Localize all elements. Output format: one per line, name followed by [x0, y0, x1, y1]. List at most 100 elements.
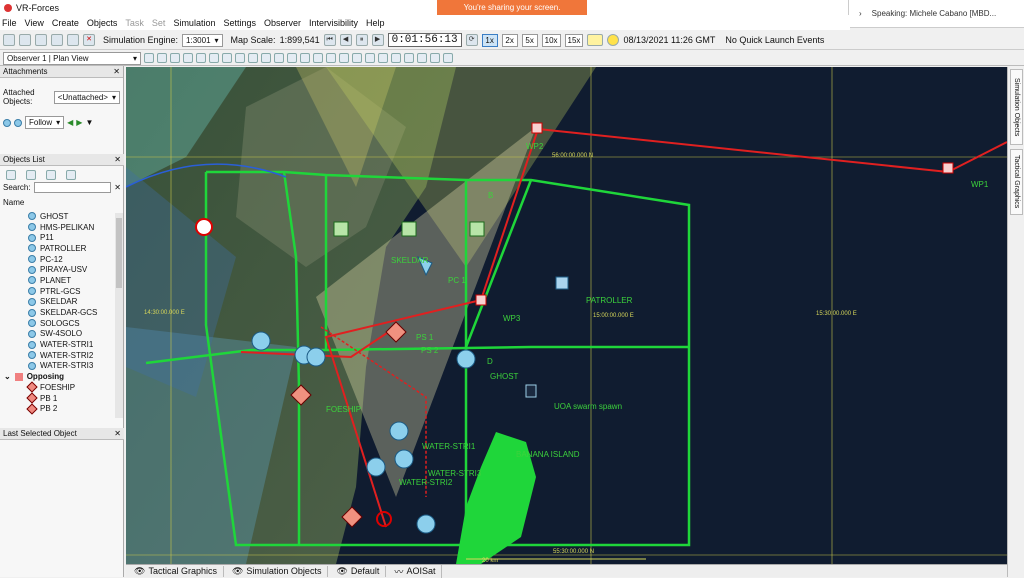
- settings-icon[interactable]: [443, 53, 453, 63]
- menu-simulation[interactable]: Simulation: [173, 18, 215, 28]
- time-sync-icon[interactable]: ⟳: [465, 34, 478, 46]
- pause-icon[interactable]: ⏸: [355, 34, 368, 46]
- list-item[interactable]: PLANET: [0, 275, 124, 286]
- list-view-icon[interactable]: [6, 170, 16, 180]
- control-station-icon[interactable]: [469, 221, 485, 237]
- filter-icon[interactable]: [339, 53, 349, 63]
- arrow-down-icon[interactable]: ▼: [85, 118, 93, 127]
- uoa-marker-icon[interactable]: [525, 384, 537, 398]
- water-stri-unit-icon[interactable]: [389, 421, 409, 441]
- speed-15x-button[interactable]: 15x: [564, 33, 584, 47]
- search-input[interactable]: [33, 182, 112, 193]
- list-item[interactable]: P11: [0, 232, 124, 243]
- patroller-unit-icon[interactable]: [555, 276, 569, 290]
- list-item[interactable]: SKELDAR: [0, 297, 124, 308]
- open-icon[interactable]: [19, 34, 31, 46]
- unit-icon[interactable]: [404, 53, 414, 63]
- document-icon[interactable]: [46, 170, 56, 180]
- panel-close-icon[interactable]: ✕: [114, 155, 121, 164]
- waypoint-wp2-marker[interactable]: [531, 122, 543, 134]
- ship-icon[interactable]: [378, 53, 388, 63]
- arrow-left-icon[interactable]: ◀: [67, 118, 73, 127]
- map-view[interactable]: WP2 56:00:00.000 N WP1 WP3 14:30:00.000 …: [126, 67, 1007, 564]
- terrain-icon[interactable]: [287, 53, 297, 63]
- water-stri-unit-icon[interactable]: [394, 449, 414, 469]
- list-item[interactable]: SKELDAR-GCS: [0, 307, 124, 318]
- layers-icon[interactable]: [261, 53, 271, 63]
- bottom-tab-simulation-objects[interactable]: 👁 Simulation Objects: [226, 565, 329, 577]
- observer-select[interactable]: Observer 1 | Plan View ▾: [3, 51, 141, 65]
- waypoint-wp1-marker[interactable]: [942, 162, 954, 174]
- chevron-right-icon[interactable]: ›: [859, 9, 862, 18]
- tab-tactical-graphics[interactable]: Tactical Graphics: [1010, 149, 1023, 215]
- pan-icon[interactable]: [144, 53, 154, 63]
- menu-set[interactable]: Set: [152, 18, 166, 28]
- sun-icon[interactable]: [607, 34, 620, 46]
- camera-icon[interactable]: [430, 53, 440, 63]
- ghost-unit-icon[interactable]: [456, 349, 476, 369]
- arrow-right-icon[interactable]: ▶: [76, 118, 82, 127]
- bottom-tab-aoisat[interactable]: 〰 AOISat: [388, 564, 443, 578]
- speed-5x-button[interactable]: 5x: [521, 33, 538, 47]
- save-as-icon[interactable]: [67, 34, 79, 46]
- environment-icon[interactable]: [587, 34, 604, 46]
- menu-create[interactable]: Create: [52, 18, 79, 28]
- weather-icon[interactable]: [300, 53, 310, 63]
- list-item[interactable]: WATER-STRI2: [0, 350, 124, 361]
- measure-icon[interactable]: [183, 53, 193, 63]
- menu-file[interactable]: File: [2, 18, 17, 28]
- new-icon[interactable]: [3, 34, 15, 46]
- list-item[interactable]: WATER-STRI3: [0, 361, 124, 372]
- save-icon[interactable]: [51, 34, 63, 46]
- water-stri-unit-icon[interactable]: [366, 457, 386, 477]
- map-canvas[interactable]: WP2 56:00:00.000 N WP1 WP3 14:30:00.000 …: [126, 67, 1007, 564]
- panel-close-icon[interactable]: ✕: [114, 429, 121, 438]
- panel-close-icon[interactable]: ✕: [113, 67, 120, 76]
- list-item[interactable]: PB 1: [0, 392, 124, 404]
- label-icon[interactable]: [352, 53, 362, 63]
- list-item[interactable]: WATER-STRI1: [0, 339, 124, 350]
- name-column-header[interactable]: Name: [0, 196, 27, 209]
- step-back-icon[interactable]: ◀: [339, 34, 352, 46]
- list-item[interactable]: PATROLLER: [0, 243, 124, 254]
- water-stri-unit-icon[interactable]: [251, 331, 271, 351]
- overlay-icon[interactable]: [274, 53, 284, 63]
- sim-engine-select[interactable]: 1:3001 ▾: [182, 33, 223, 47]
- link-icon[interactable]: [326, 53, 336, 63]
- attached-objects-select[interactable]: <Unattached> ▾: [53, 90, 120, 104]
- follow-select[interactable]: Follow ▾: [25, 116, 65, 129]
- grid-icon[interactable]: [248, 53, 258, 63]
- list-item[interactable]: PTRL-GCS: [0, 286, 124, 297]
- track-icon[interactable]: [365, 53, 375, 63]
- menu-intervisibility[interactable]: Intervisibility: [309, 18, 358, 28]
- speed-10x-button[interactable]: 10x: [541, 33, 561, 47]
- copy-icon[interactable]: [35, 34, 47, 46]
- rewind-icon[interactable]: ⏮: [323, 34, 336, 46]
- menu-settings[interactable]: Settings: [223, 18, 256, 28]
- menu-view[interactable]: View: [25, 18, 44, 28]
- list-item[interactable]: PC-12: [0, 254, 124, 265]
- line-icon[interactable]: [196, 53, 206, 63]
- speed-2x-button[interactable]: 2x: [501, 33, 518, 47]
- area-icon[interactable]: [209, 53, 219, 63]
- aircraft-icon[interactable]: [391, 53, 401, 63]
- play-icon[interactable]: ▶: [371, 34, 384, 46]
- list-item[interactable]: SOLOGCS: [0, 318, 124, 329]
- clear-search-icon[interactable]: ✕: [114, 183, 121, 192]
- menu-observer[interactable]: Observer: [264, 18, 301, 28]
- menu-help[interactable]: Help: [366, 18, 385, 28]
- bottom-tab-tactical-graphics[interactable]: 👁 Tactical Graphics: [128, 565, 224, 577]
- zoom-icon[interactable]: [157, 53, 167, 63]
- flag-icon[interactable]: [417, 53, 427, 63]
- tree-view-icon[interactable]: [26, 170, 36, 180]
- list-item[interactable]: PB 2: [0, 403, 124, 415]
- route-icon[interactable]: [222, 53, 232, 63]
- group-icon[interactable]: [66, 170, 76, 180]
- list-item[interactable]: SW-4SOLO: [0, 329, 124, 340]
- tab-simulation-objects[interactable]: Simulation Objects: [1010, 69, 1023, 145]
- opposing-group[interactable]: ⌄ Opposing: [0, 371, 124, 382]
- waypoint-wp3-marker[interactable]: [475, 294, 487, 306]
- menu-task[interactable]: Task: [125, 18, 144, 28]
- menu-objects[interactable]: Objects: [87, 18, 118, 28]
- sensor-icon[interactable]: [313, 53, 323, 63]
